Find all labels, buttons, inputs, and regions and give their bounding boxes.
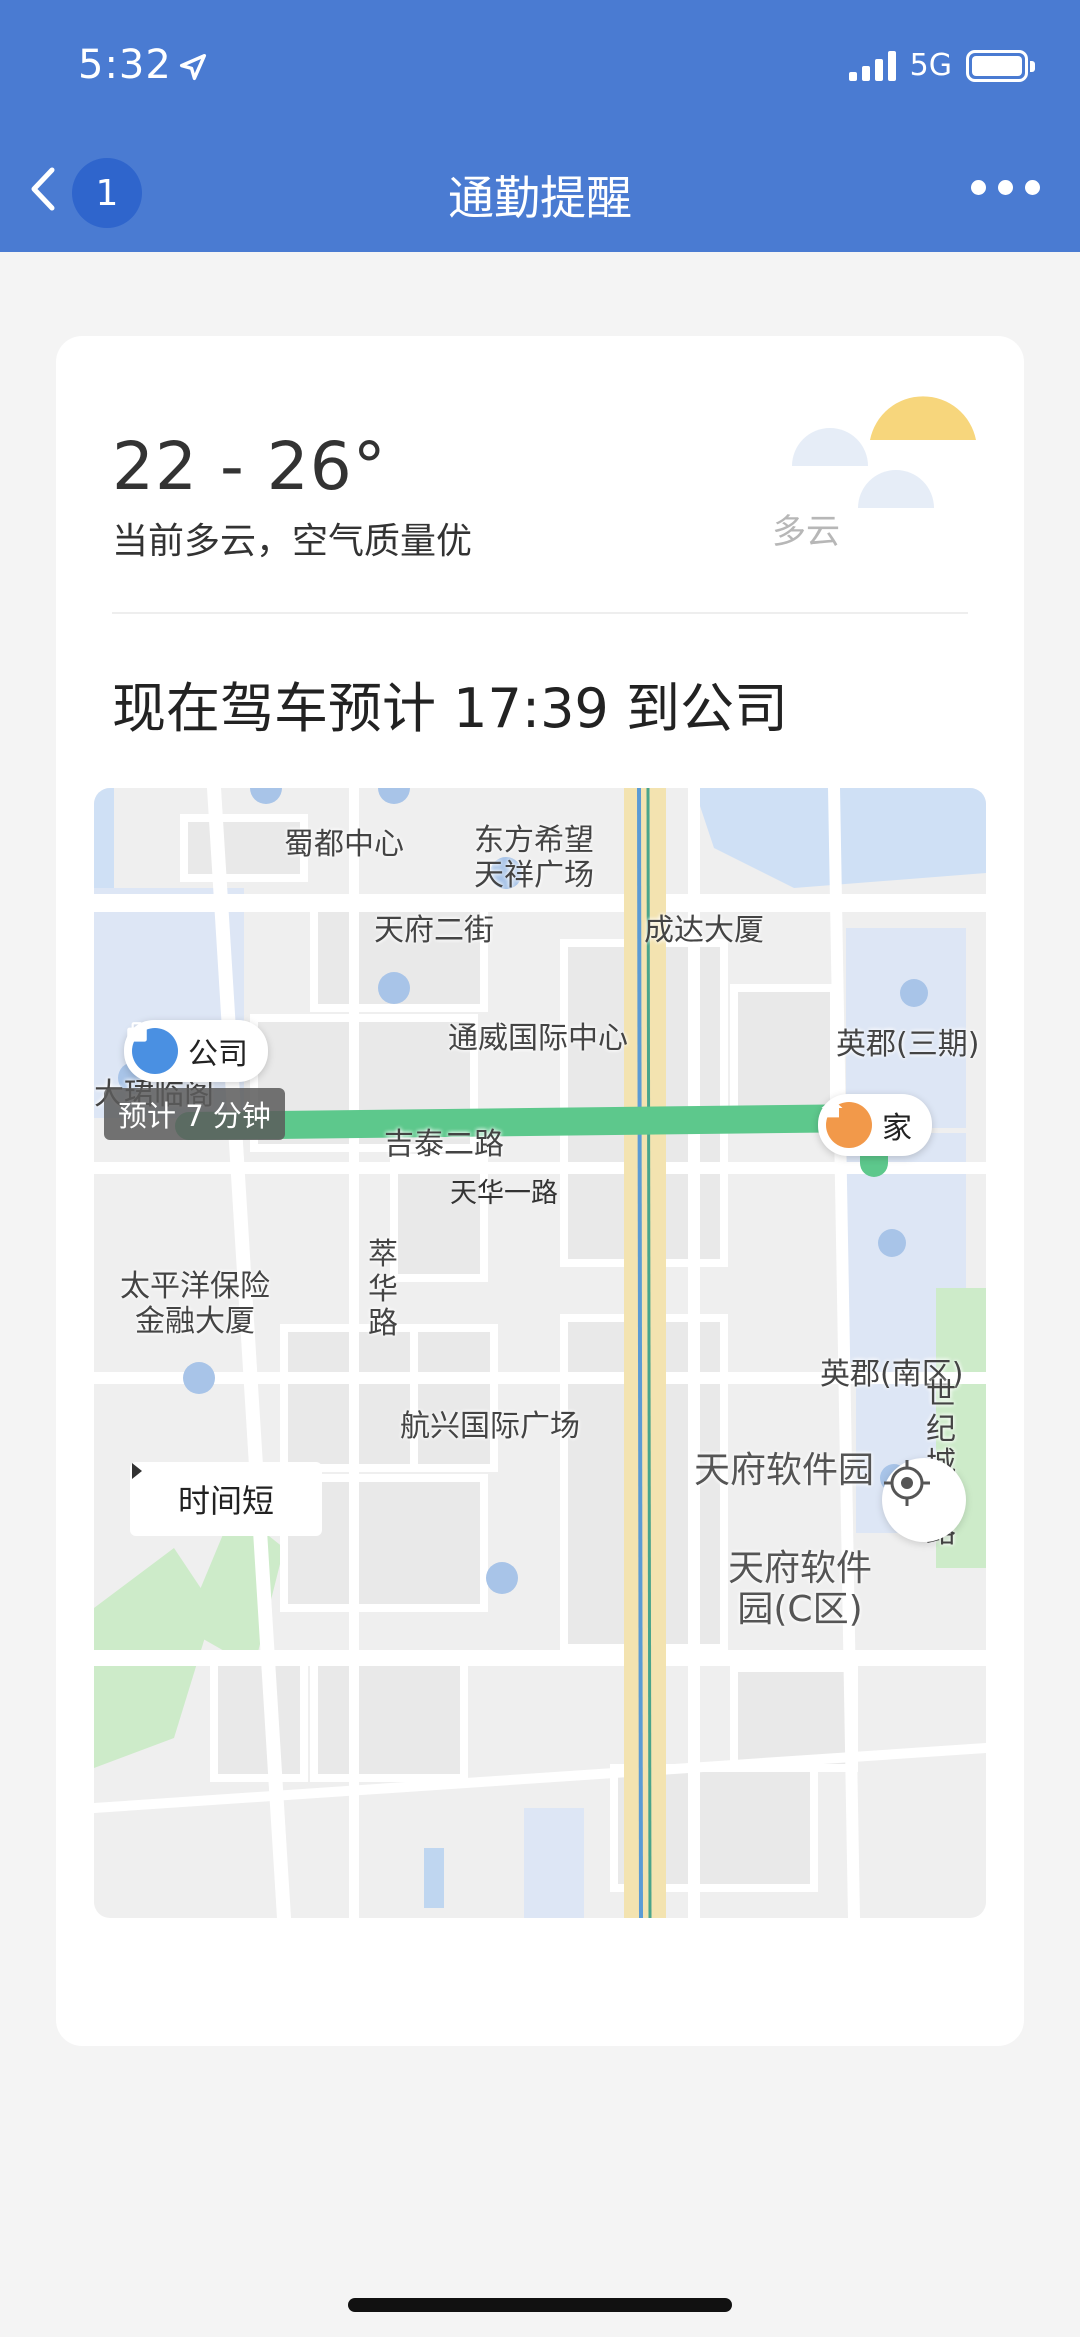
map-label: 天府软件园 (694, 1450, 875, 1491)
weather-description: 当前多云，空气质量优 (112, 521, 473, 562)
home-icon (821, 1098, 872, 1148)
route-eta-tag: 预计 7 分钟 (104, 1088, 285, 1140)
home-pin[interactable]: 家 (818, 1094, 932, 1156)
briefcase-icon (127, 1022, 178, 1074)
sun-cloud-icon (792, 396, 976, 508)
route-map[interactable]: 蜀都中心 东方希望 天祥广场 天府二街 成达大厦 通威国际中心 英郡(三期) 大… (94, 788, 986, 1918)
signal-icon (848, 50, 896, 81)
map-label: 航兴国际广场 (400, 1409, 580, 1444)
network-label: 5G (909, 48, 952, 83)
location-arrow-icon (179, 53, 207, 81)
map-label: 英郡(三期) (836, 1027, 980, 1062)
map-label: 蜀都中心 (284, 827, 404, 862)
company-pin-label: 公司 (188, 1037, 248, 1072)
page-title: 通勤提醒 (448, 171, 632, 225)
map-label: 东方希望 天祥广场 (474, 823, 594, 893)
map-label: 天华一路 (450, 1178, 558, 1209)
battery-icon (966, 49, 1035, 82)
home-pin-label: 家 (882, 1111, 912, 1146)
temperature-range: 22 - 26° (112, 428, 387, 505)
home-indicator[interactable] (348, 2298, 732, 2312)
weather-condition: 多云 (772, 512, 840, 552)
map-label: 成达大厦 (644, 913, 764, 948)
map-label: 通威国际中心 (448, 1021, 628, 1056)
eta-text: 现在驾车预计 17:39 到公司 (112, 677, 788, 740)
company-pin[interactable]: 公司 (124, 1020, 268, 1082)
locate-button[interactable] (882, 1458, 966, 1542)
caret-right-icon (132, 1463, 142, 1479)
map-background (94, 788, 986, 1918)
route-option-button[interactable]: 时间短 (130, 1462, 322, 1536)
commute-card: 22 - 26° 当前多云，空气质量优 多云 现在驾车预计 17:39 到公司 (56, 336, 1024, 2046)
locate-icon (884, 1460, 930, 1506)
map-label: 太平洋保险 金融大厦 (120, 1269, 270, 1339)
more-icon[interactable] (971, 180, 1040, 195)
app-header: 5:32 5G 1 通勤提醒 (0, 0, 1080, 252)
divider (112, 612, 968, 614)
route-option-label: 时间短 (177, 1482, 274, 1520)
status-indicators: 5G (848, 48, 1035, 83)
map-label: 萃华路 (368, 1237, 398, 1341)
map-label: 吉泰二路 (384, 1127, 504, 1162)
status-time: 5:32 (78, 42, 172, 88)
map-label: 天府软件 园(C区) (728, 1548, 873, 1631)
map-label: 天府二街 (374, 913, 494, 948)
